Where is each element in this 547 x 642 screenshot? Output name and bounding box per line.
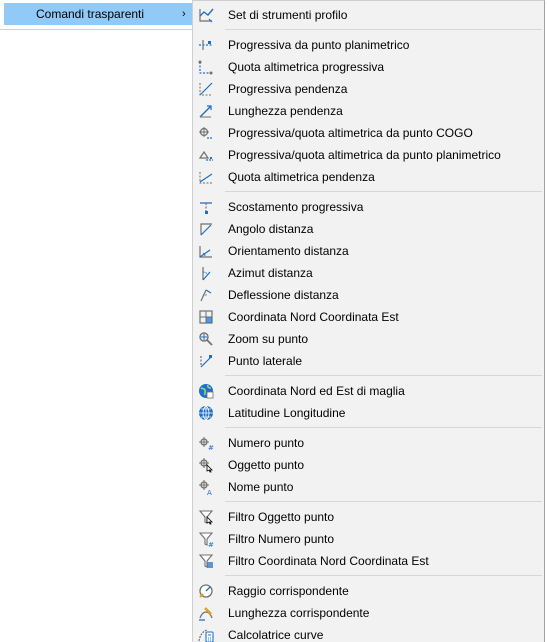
menu-separator bbox=[225, 427, 542, 428]
deflection-distance-icon bbox=[197, 286, 215, 304]
chevron-right-icon: › bbox=[182, 8, 186, 20]
menu-item-station-elevation-plan-point[interactable]: Progressiva/quota altimetrica da punto p… bbox=[193, 144, 544, 166]
side-shot-point-icon bbox=[197, 352, 215, 370]
station-offset-icon bbox=[197, 198, 215, 216]
menu-item-azimuth-distance[interactable]: Azimut distanza bbox=[193, 262, 544, 284]
menu-item-station-from-plan-point[interactable]: Progressiva da punto planimetrico bbox=[193, 34, 544, 56]
grid-northing-easting-icon bbox=[197, 382, 215, 400]
menu-separator bbox=[225, 375, 542, 376]
menu-item-label: Numero punto bbox=[228, 436, 305, 450]
menu-item-point-number[interactable]: # Numero punto bbox=[193, 432, 544, 454]
menu-item-label: Lunghezza corrispondente bbox=[228, 606, 370, 620]
menu-item-station-grade[interactable]: Progressiva pendenza bbox=[193, 78, 544, 100]
menu-item-label: Coordinata Nord Coordinata Est bbox=[228, 310, 399, 324]
menu-item-station-elevation-cogo-point[interactable]: Progressiva/quota altimetrica da punto C… bbox=[193, 122, 544, 144]
menu-separator bbox=[225, 29, 542, 30]
menu-item-label: Zoom su punto bbox=[228, 332, 309, 346]
station-grade-icon bbox=[197, 80, 215, 98]
menu-item-label: Lunghezza pendenza bbox=[228, 104, 343, 118]
profile-toolset-icon bbox=[197, 6, 215, 24]
zoom-to-point-icon bbox=[197, 330, 215, 348]
menu-separator bbox=[225, 501, 542, 502]
station-from-plan-point-icon bbox=[197, 36, 215, 54]
menu-item-station-elevation[interactable]: Quota altimetrica progressiva bbox=[193, 56, 544, 78]
menu-item-label: Punto laterale bbox=[228, 354, 303, 368]
menu-item-zoom-to-point[interactable]: Zoom su punto bbox=[193, 328, 544, 350]
station-elevation-icon bbox=[197, 58, 215, 76]
menu-item-point-object[interactable]: Oggetto punto bbox=[193, 454, 544, 476]
angle-distance-icon bbox=[197, 220, 215, 238]
svg-text:#: # bbox=[208, 541, 214, 548]
menu-item-grade-elevation[interactable]: Quota altimetrica pendenza bbox=[193, 166, 544, 188]
menu-item-curve-calculator[interactable]: Calcolatrice curve bbox=[193, 624, 544, 642]
menu-item-label: Comandi trasparenti bbox=[36, 7, 145, 21]
menu-item-angle-distance[interactable]: Angolo distanza bbox=[193, 218, 544, 240]
menu-item-point-object-filter[interactable]: Filtro Oggetto punto bbox=[193, 506, 544, 528]
menu-item-station-offset[interactable]: Scostamento progressiva bbox=[193, 196, 544, 218]
menu-separator bbox=[225, 575, 542, 576]
menu-item-label: Filtro Oggetto punto bbox=[228, 510, 335, 524]
curve-calculator-icon bbox=[197, 626, 215, 642]
menu-divider bbox=[0, 29, 193, 30]
menu-item-label: Oggetto punto bbox=[228, 458, 305, 472]
point-object-icon bbox=[197, 456, 215, 474]
point-object-filter-icon bbox=[197, 508, 215, 526]
menu-item-bearing-distance[interactable]: Orientamento distanza bbox=[193, 240, 544, 262]
menu-item-label: Calcolatrice curve bbox=[228, 628, 324, 642]
menu-item-label: Azimut distanza bbox=[228, 266, 313, 280]
menu-item-grid-northing-easting[interactable]: Coordinata Nord ed Est di maglia bbox=[193, 380, 544, 402]
menu-item-label: Quota altimetrica pendenza bbox=[228, 170, 375, 184]
station-elevation-cogo-point-icon bbox=[197, 124, 215, 142]
point-number-icon: # bbox=[197, 434, 215, 452]
menu-item-comandi-trasparenti[interactable]: Comandi trasparenti › bbox=[4, 3, 193, 25]
menu-item-label: Progressiva da punto planimetrico bbox=[228, 38, 410, 52]
menu-item-label: Deflessione distanza bbox=[228, 288, 339, 302]
menu-item-label: Filtro Coordinata Nord Coordinata Est bbox=[228, 554, 429, 568]
northing-easting-icon bbox=[197, 308, 215, 326]
menu-item-label: Raggio corrispondente bbox=[228, 584, 349, 598]
point-number-filter-icon: # bbox=[197, 530, 215, 548]
match-length-icon bbox=[197, 604, 215, 622]
menu-item-northing-easting[interactable]: Coordinata Nord Coordinata Est bbox=[193, 306, 544, 328]
menu-item-label: Scostamento progressiva bbox=[228, 200, 364, 214]
northing-easting-filter-icon bbox=[197, 552, 215, 570]
menu-item-label: Set di strumenti profilo bbox=[228, 8, 348, 22]
menu-item-side-shot-point[interactable]: Punto laterale bbox=[193, 350, 544, 372]
transparent-commands-submenu: Set di strumenti profilo Progressiva da p… bbox=[192, 0, 545, 642]
menu-item-match-radius[interactable]: Raggio corrispondente bbox=[193, 580, 544, 602]
station-elevation-plan-point-icon bbox=[197, 146, 215, 164]
menu-item-label: Progressiva/quota altimetrica da punto p… bbox=[228, 148, 501, 162]
svg-text:#: # bbox=[208, 444, 214, 452]
menu-item-label: Orientamento distanza bbox=[228, 244, 349, 258]
menu-item-point-name[interactable]: A Nome punto bbox=[193, 476, 544, 498]
menu-item-latitude-longitude[interactable]: Latitudine Longitudine bbox=[193, 402, 544, 424]
menu-item-label: Filtro Numero punto bbox=[228, 532, 335, 546]
parent-menu: Comandi trasparenti › bbox=[0, 0, 193, 30]
menu-separator bbox=[225, 191, 542, 192]
menu-item-deflection-distance[interactable]: Deflessione distanza bbox=[193, 284, 544, 306]
point-name-icon: A bbox=[197, 478, 215, 496]
menu-item-point-number-filter[interactable]: # Filtro Numero punto bbox=[193, 528, 544, 550]
menu-item-label: Nome punto bbox=[228, 480, 294, 494]
menu-item-northing-easting-filter[interactable]: Filtro Coordinata Nord Coordinata Est bbox=[193, 550, 544, 572]
menu-item-label: Progressiva pendenza bbox=[228, 82, 348, 96]
azimuth-distance-icon bbox=[197, 264, 215, 282]
menu-item-label: Progressiva/quota altimetrica da punto C… bbox=[228, 126, 473, 140]
menu-item-label: Coordinata Nord ed Est di maglia bbox=[228, 384, 405, 398]
svg-text:A: A bbox=[207, 489, 212, 496]
bearing-distance-icon bbox=[197, 242, 215, 260]
menu-item-label: Latitudine Longitudine bbox=[228, 406, 346, 420]
match-radius-icon bbox=[197, 582, 215, 600]
menu-item-label: Angolo distanza bbox=[228, 222, 314, 236]
menu-item-grade-length[interactable]: Lunghezza pendenza bbox=[193, 100, 544, 122]
menu-item-label: Quota altimetrica progressiva bbox=[228, 60, 385, 74]
latitude-longitude-icon bbox=[197, 404, 215, 422]
grade-elevation-icon bbox=[197, 168, 215, 186]
menu-item-match-length[interactable]: Lunghezza corrispondente bbox=[193, 602, 544, 624]
grade-length-icon bbox=[197, 102, 215, 120]
menu-item-profile-toolset[interactable]: Set di strumenti profilo bbox=[193, 4, 544, 26]
